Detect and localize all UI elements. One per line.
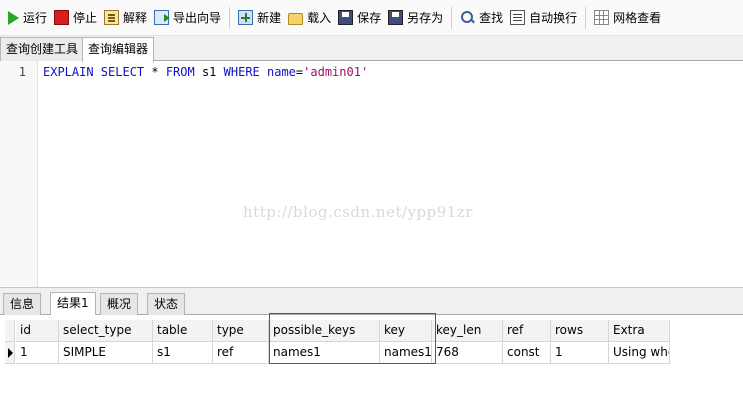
cell-ref[interactable]: const [503,342,551,364]
grid-view-icon [594,10,610,25]
cell-key[interactable]: names1 [380,342,432,364]
column-header-rows[interactable]: rows [551,320,609,342]
cell-select-type[interactable]: SIMPLE [59,342,153,364]
run-button[interactable]: 运行 [3,5,50,31]
tab-status[interactable]: 状态 [147,293,186,315]
cell-table[interactable]: s1 [153,342,213,364]
save-icon [338,10,354,25]
word-wrap-button[interactable]: 自动换行 [507,5,580,31]
line-number-gutter: 1 [0,61,38,287]
editor-tab-bar: 查询创建工具 查询编辑器 [0,36,743,62]
stop-icon [54,10,70,25]
toolbar-separator [229,6,231,29]
column-header-extra[interactable]: Extra [609,320,670,342]
save-label: 保存 [357,11,382,25]
cell-possible-keys[interactable]: names1 [269,342,380,364]
explain-button[interactable]: 解释 [101,5,150,31]
export-wizard-label: 导出向导 [173,11,222,25]
code-token: EXPLAIN SELECT [43,65,152,79]
column-header-ref[interactable]: ref [503,320,551,342]
cell-rows[interactable]: 1 [551,342,609,364]
cell-key-len[interactable]: 768 [432,342,503,364]
code-token: s1 [201,65,224,79]
result-grid[interactable]: id select_type table type possible_keys … [0,315,743,403]
code-token: 'admin01' [303,65,369,79]
new-icon [238,10,254,25]
result-tab-bar: 信息 结果1 概况 状态 [0,287,743,315]
tab-info[interactable]: 信息 [3,293,42,315]
toolbar-separator [451,6,453,29]
tab-profile[interactable]: 概况 [100,293,139,315]
cell-id[interactable]: 1 [16,342,59,364]
column-header-table[interactable]: table [153,320,213,342]
run-label: 运行 [23,11,48,25]
code-token: * [151,65,166,79]
find-label: 查找 [479,11,504,25]
word-wrap-label: 自动换行 [529,11,578,25]
toolbar-separator [585,6,587,29]
explain-label: 解释 [123,11,148,25]
grid-view-button[interactable]: 网格查看 [591,5,664,31]
save-as-label: 另存为 [407,11,444,25]
current-row-arrow-icon [8,348,13,358]
run-icon [8,10,19,25]
save-as-button[interactable]: 另存为 [385,5,446,31]
cell-extra[interactable]: Using where [609,342,670,364]
sql-editor[interactable]: 1 EXPLAIN SELECT * FROM s1 WHERE name='a… [0,61,743,287]
column-header-id[interactable]: id [16,320,59,342]
new-button[interactable]: 新建 [235,5,284,31]
load-button[interactable]: 载入 [285,5,334,31]
column-header-possible-keys[interactable]: possible_keys [269,320,380,342]
stop-button[interactable]: 停止 [51,5,100,31]
row-indicator [5,342,15,364]
find-button[interactable]: 查找 [457,5,506,31]
save-as-icon [388,10,404,25]
column-header-type[interactable]: type [213,320,269,342]
tab-query-editor[interactable]: 查询编辑器 [82,37,155,62]
toolbar: 运行 停止 解释 导出向导 新建 载入 保存 另存为 查找 自动换行 网格查看 [0,0,743,36]
grid-view-label: 网格查看 [613,11,662,25]
watermark: http://blog.csdn.net/ypp91zr [243,203,473,221]
sql-code-line[interactable]: EXPLAIN SELECT * FROM s1 WHERE name='adm… [43,65,368,79]
load-label: 载入 [307,11,332,25]
find-icon [460,10,475,25]
code-token: name [267,65,296,79]
save-button[interactable]: 保存 [335,5,384,31]
column-header-select-type[interactable]: select_type [59,320,153,342]
new-label: 新建 [257,11,282,25]
column-header-key[interactable]: key [380,320,432,342]
line-number: 1 [18,65,26,79]
export-wizard-icon [154,10,171,25]
row-indicator [5,320,15,342]
table-row[interactable]: 1 SIMPLE s1 ref names1 names1 768 const … [5,342,670,364]
code-token: WHERE [223,65,267,79]
stop-label: 停止 [73,11,98,25]
tab-query-builder[interactable]: 查询创建工具 [0,37,85,61]
tab-result1[interactable]: 结果1 [50,292,96,315]
header-row: id select_type table type possible_keys … [5,320,670,342]
word-wrap-icon [510,10,526,25]
cell-type[interactable]: ref [213,342,269,364]
column-header-key-len[interactable]: key_len [432,320,503,342]
load-folder-icon [288,12,304,25]
export-wizard-button[interactable]: 导出向导 [151,5,224,31]
code-token: FROM [165,65,202,79]
explain-icon [104,10,120,25]
